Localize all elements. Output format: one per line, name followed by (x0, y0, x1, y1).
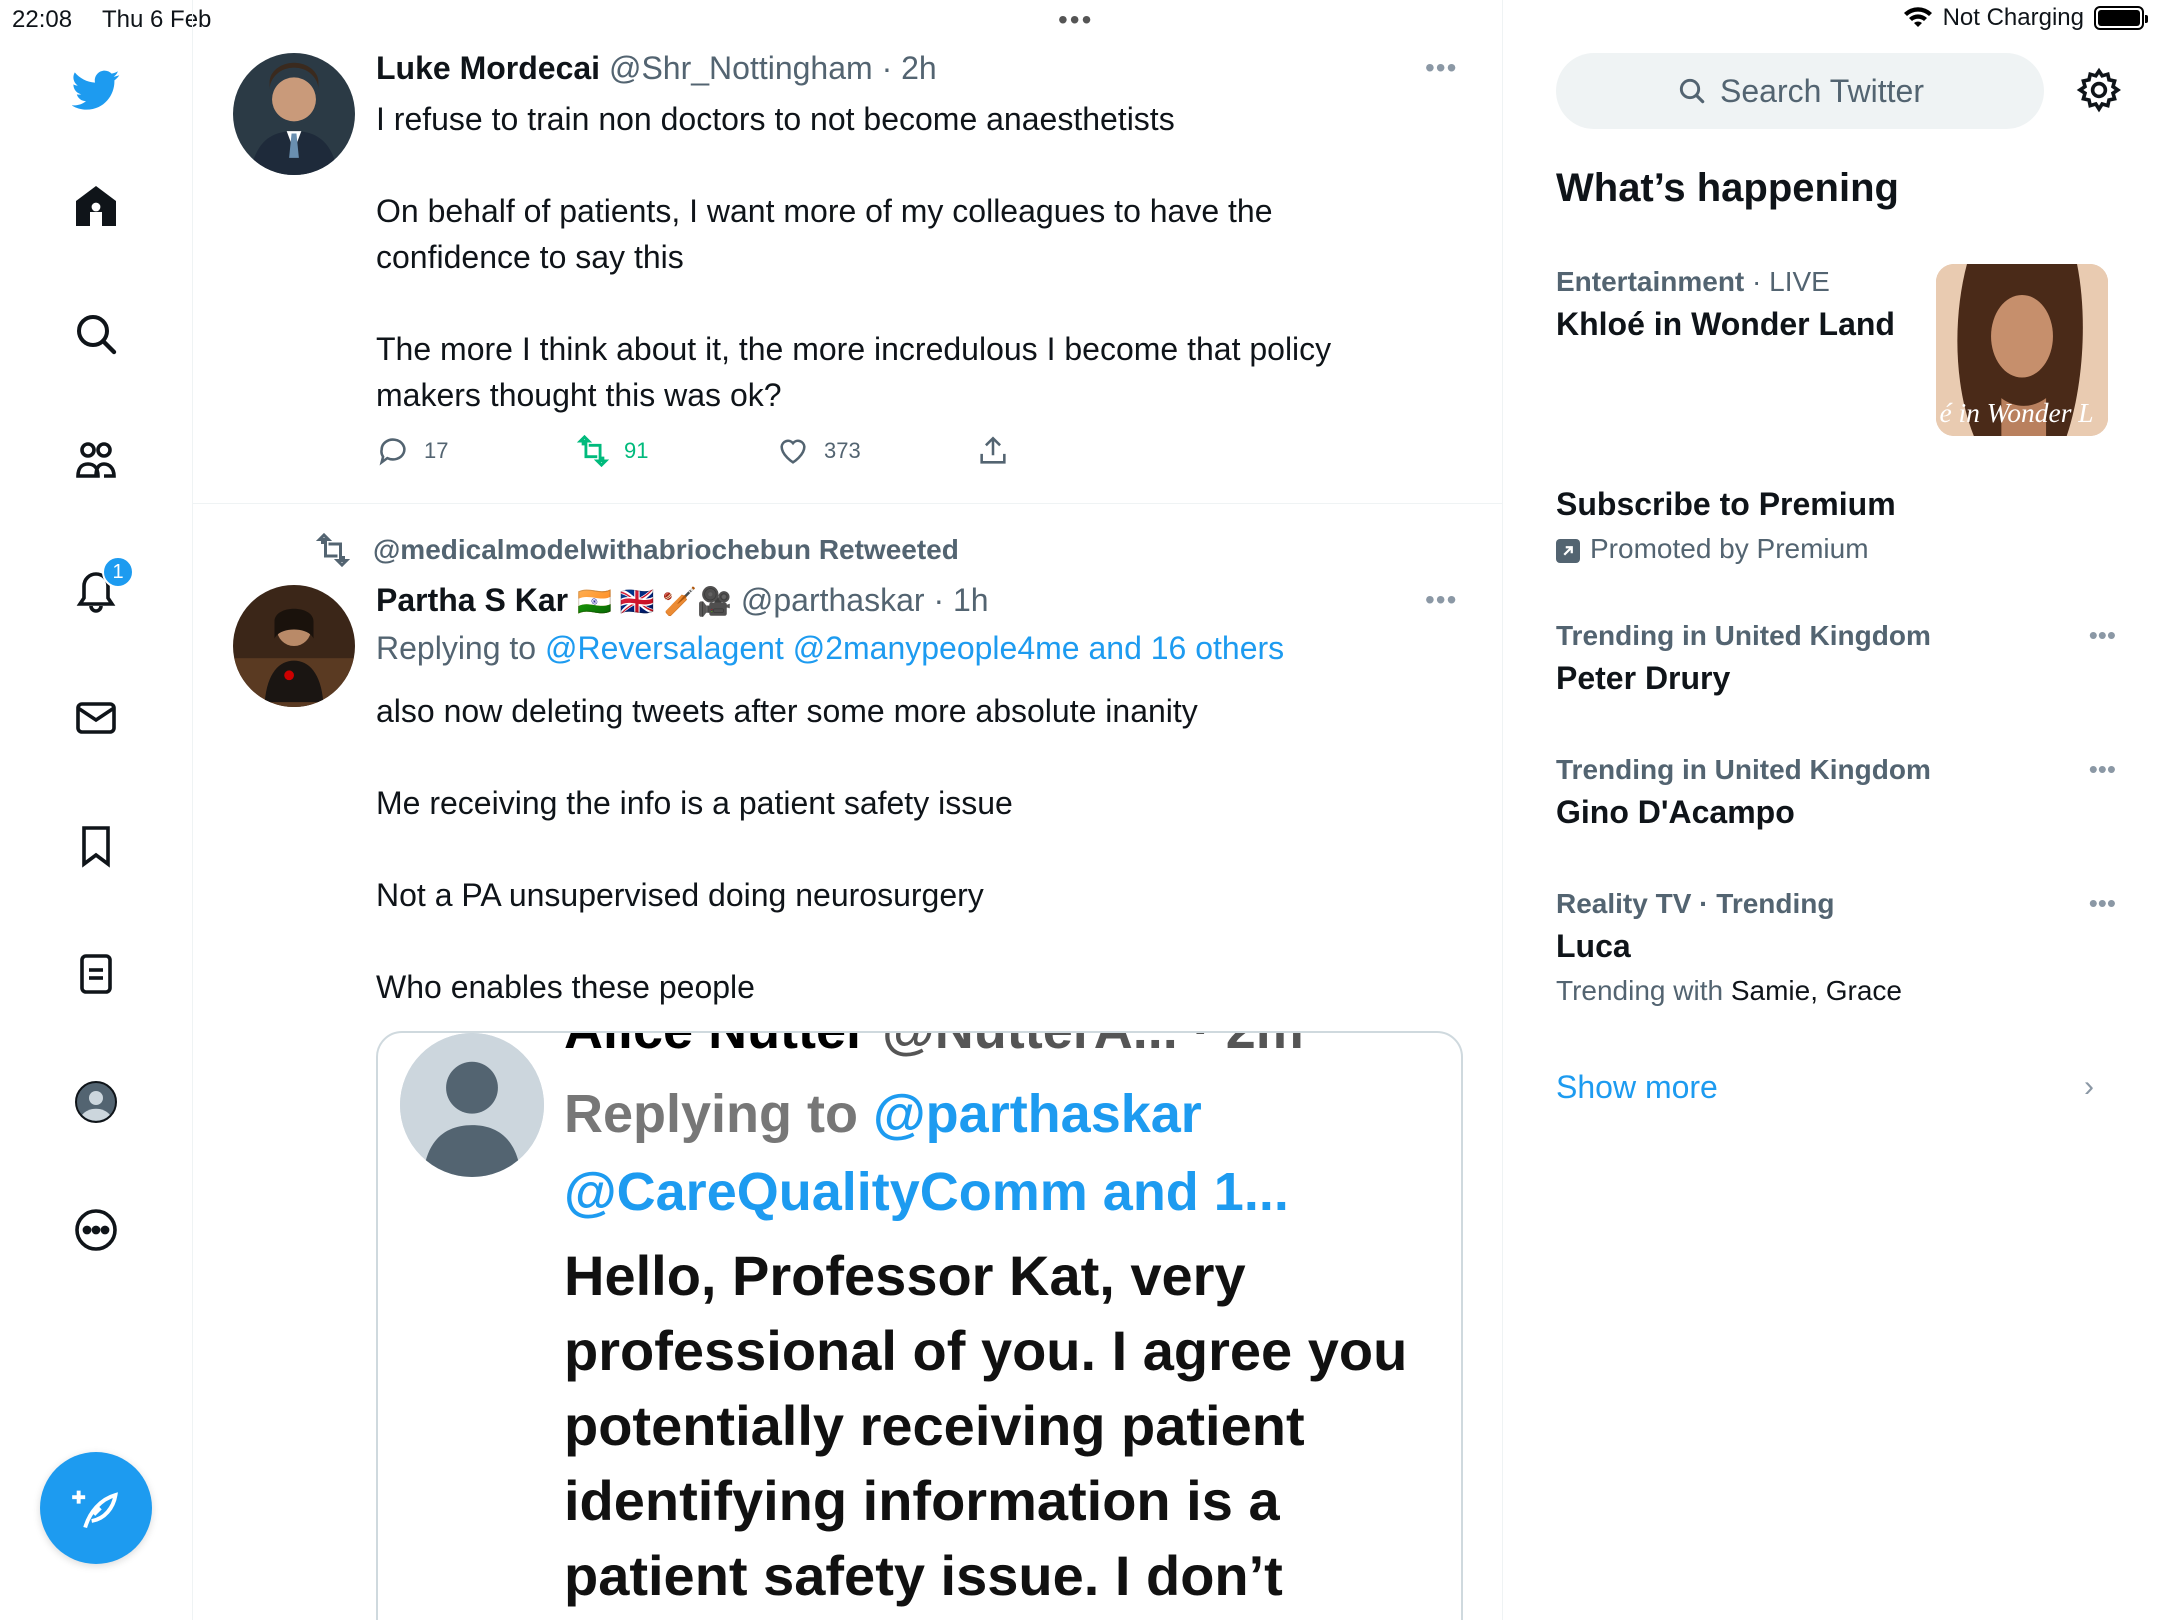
retweet-icon (315, 532, 351, 568)
embed-header: Alice Nutter @NutterA... · 2m (564, 1033, 1304, 1061)
share-button[interactable] (976, 434, 1176, 468)
embed-text: Hello, Professor Kat, very professional … (564, 1244, 1408, 1607)
replying-to: Replying to @Reversalagent @2manypeople4… (376, 630, 1284, 667)
tweet-body: also now deleting tweets after some more… (376, 688, 1416, 1010)
trend-more-icon[interactable]: ••• (2089, 754, 2116, 785)
reply-icon (379, 438, 406, 466)
notifications-bell-icon[interactable]: 1 (62, 556, 134, 624)
timeline: Luke Mordecai @Shr_Nottingham · 2h ••• I… (193, 0, 1503, 1620)
tweet-paragraph: Not a PA unsupervised doing neurosurgery (376, 877, 984, 913)
retweeted-by[interactable]: @medicalmodelwithabriochebun Retweeted (315, 532, 959, 568)
heart-icon (780, 439, 806, 464)
retweet-button[interactable]: 91 (576, 434, 776, 468)
embed-author-handle: @NutterA... · 2m (882, 1033, 1304, 1060)
trend-category: Trending in United Kingdom (1556, 620, 1931, 651)
show-more-link[interactable]: Show more (1556, 1069, 1718, 1106)
reply-count: 17 (424, 438, 449, 463)
embed-replying-handle: @parthaskar (873, 1084, 1202, 1144)
compose-tweet-button[interactable] (40, 1452, 152, 1564)
tweet-actions: 17 91 373 (376, 434, 1176, 468)
bookmarks-icon[interactable] (62, 812, 130, 880)
retweeted-by-label: @medicalmodelwithabriochebun Retweeted (373, 534, 959, 565)
like-count: 373 (824, 438, 861, 463)
trend-title: Peter Drury (1556, 660, 1731, 696)
settings-gear-icon[interactable] (2075, 66, 2123, 114)
tweet-author-handle[interactable]: @Shr_Nottingham (609, 50, 873, 86)
tweet-author-handle[interactable]: @parthaskar (741, 582, 925, 618)
lists-icon[interactable] (62, 940, 130, 1008)
tweet-body: I refuse to train non doctors to not bec… (376, 96, 1416, 418)
tweet-paragraph: I refuse to train non doctors to not bec… (376, 101, 1175, 137)
promoted-trend-item[interactable]: Subscribe to Premium Promoted by Premium (1556, 486, 2116, 565)
trend-title: Subscribe to Premium (1556, 486, 1896, 522)
tweet-timestamp[interactable]: · 2h (882, 50, 937, 86)
whats-happening-title: What’s happening (1556, 166, 1899, 210)
trend-item[interactable]: Trending in United Kingdom Gino D'Acampo… (1556, 754, 2116, 831)
trend-thumbnail-caption: é in Wonder L (1939, 397, 2093, 428)
trend-item[interactable]: Trending in United Kingdom Peter Drury •… (1556, 620, 2116, 697)
tweet-paragraph: Who enables these people (376, 969, 755, 1005)
search-icon (1679, 78, 1705, 104)
notifications-badge: 1 (102, 556, 134, 588)
trend-with-prefix: Trending with (1556, 975, 1724, 1006)
trend-category: Entertainment (1556, 266, 1745, 297)
replying-to-prefix: Replying to (376, 630, 537, 666)
tweet-paragraph: On behalf of patients, I want more of my… (376, 193, 1273, 275)
tweet-media-image[interactable]: Alice Nutter @NutterA... · 2m Replying t… (376, 1031, 1463, 1620)
share-icon (980, 436, 1006, 464)
author-flags-emoji: 🇮🇳 🇬🇧 🏏🎥 (576, 586, 732, 617)
trend-status: · LIVE (1752, 266, 1830, 297)
promoted-icon (1556, 538, 1580, 563)
tweet-more-icon[interactable]: ••• (1425, 52, 1457, 84)
trend-thumbnail-image[interactable]: é in Wonder L (1936, 264, 2108, 436)
trend-title: Luca (1556, 928, 1631, 964)
embed-author-name: Alice Nutter (564, 1033, 867, 1060)
tweet-author-name[interactable]: Luke Mordecai (376, 50, 600, 86)
trend-category: Trending in United Kingdom (1556, 754, 1931, 785)
compose-feather-icon (72, 1490, 118, 1529)
trend-more-icon[interactable]: ••• (2089, 620, 2116, 651)
embed-replying-prefix: Replying to (564, 1084, 858, 1144)
embed-replying-more: @CareQualityComm and 1... (564, 1162, 1289, 1222)
tweet-paragraph: Me receiving the info is a patient safet… (376, 785, 1013, 821)
more-options-icon[interactable] (62, 1196, 130, 1264)
avatar[interactable] (233, 585, 355, 707)
twitter-logo-icon[interactable] (62, 56, 130, 124)
trend-category: Reality TV · Trending (1556, 888, 1835, 919)
promoted-by-label: Promoted by Premium (1590, 533, 1869, 564)
trend-title: Gino D'Acampo (1556, 794, 1795, 830)
trend-with-names: Samie, Grace (1730, 975, 1902, 1006)
right-sidebar: Search Twitter What’s happening Entertai… (1504, 0, 2160, 1620)
retweet-count: 91 (624, 438, 649, 463)
tweet-paragraph: also now deleting tweets after some more… (376, 693, 1198, 729)
search-input[interactable]: Search Twitter (1556, 53, 2044, 129)
explore-search-icon[interactable] (62, 300, 130, 368)
tweet-author-name[interactable]: Partha S Kar (376, 582, 568, 618)
embed-avatar (400, 1033, 544, 1177)
retweet-icon (576, 434, 610, 468)
profile-avatar-icon[interactable] (62, 1068, 130, 1136)
tweet-timestamp[interactable]: · 1h (933, 582, 988, 618)
trend-item[interactable]: Reality TV · Trending Luca Trending with… (1556, 888, 2116, 1007)
replying-to-handles[interactable]: @Reversalagent @2manypeople4me and 16 ot… (545, 630, 1284, 666)
reply-button[interactable]: 17 (376, 434, 576, 468)
tweet-divider (193, 503, 1503, 504)
home-icon[interactable] (62, 172, 130, 240)
trend-more-icon[interactable]: ••• (2089, 888, 2116, 919)
messages-envelope-icon[interactable] (62, 684, 130, 752)
left-navigation: 1 (0, 0, 193, 1620)
avatar[interactable] (233, 53, 355, 175)
tweet-paragraph: The more I think about it, the more incr… (376, 331, 1332, 413)
embed-replying-to: Replying to @parthaskar @CareQualityComm… (564, 1075, 1289, 1231)
search-placeholder: Search Twitter (1720, 72, 1924, 109)
like-button[interactable]: 373 (776, 434, 976, 468)
tweet-more-icon[interactable]: ••• (1425, 584, 1457, 616)
chevron-right-icon[interactable]: › (2084, 1070, 2094, 1104)
communities-icon[interactable] (62, 428, 130, 496)
